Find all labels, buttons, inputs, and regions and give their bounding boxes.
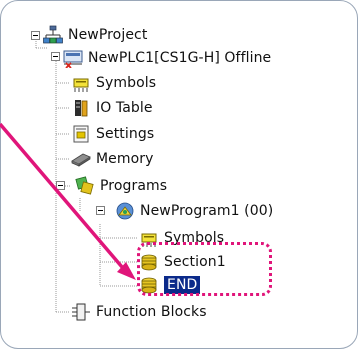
pointer-arrow	[0, 122, 136, 280]
screenshot-canvas: NewProject NewPLC1[CS1G-H] Offline Symbo…	[0, 0, 358, 349]
